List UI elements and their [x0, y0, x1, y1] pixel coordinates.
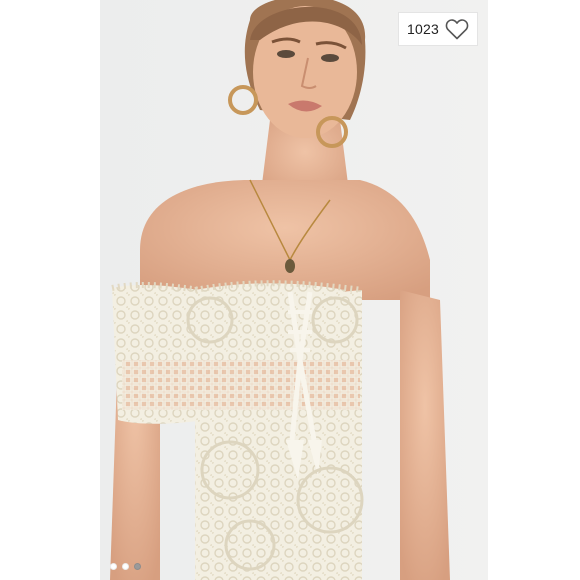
heart-outline-icon	[445, 19, 469, 40]
product-photo[interactable]	[100, 0, 488, 580]
like-button[interactable]: 1023	[398, 12, 478, 46]
carousel-dot-2[interactable]	[122, 563, 129, 570]
like-count: 1023	[407, 21, 439, 37]
carousel-dot-3[interactable]	[134, 563, 141, 570]
model-in-crochet-dress-illustration	[100, 0, 488, 580]
carousel-indicator	[110, 563, 141, 570]
product-image-viewer: 1023	[0, 0, 580, 580]
carousel-dot-1[interactable]	[110, 563, 117, 570]
